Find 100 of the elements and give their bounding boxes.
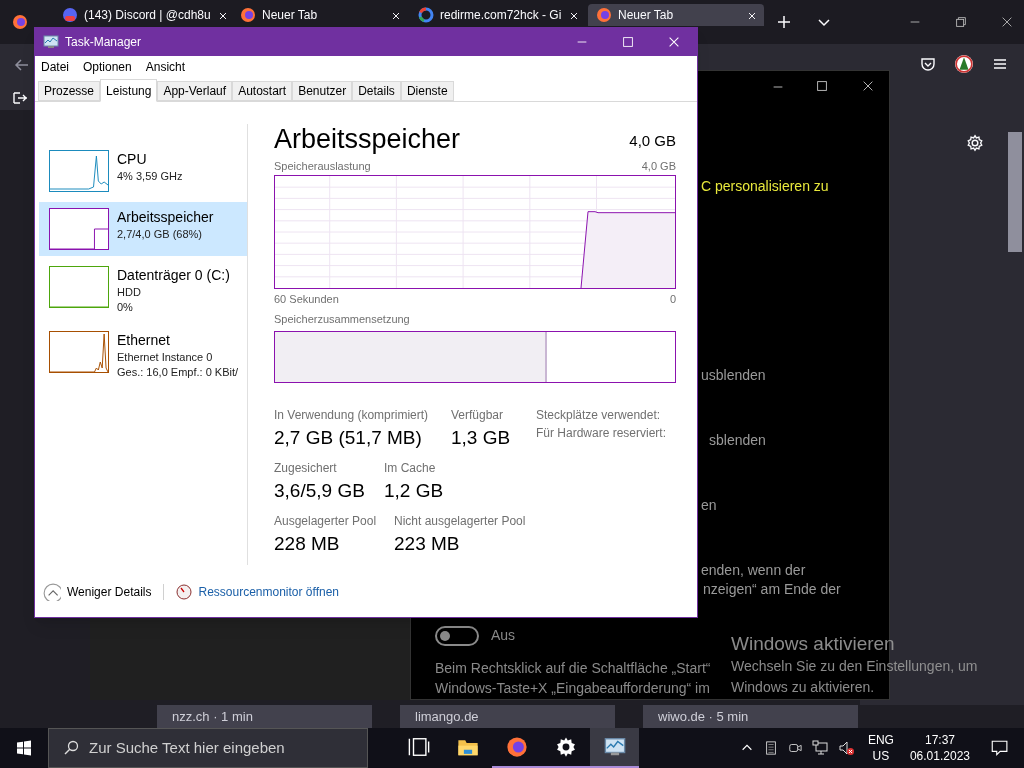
new-tab-icon[interactable] xyxy=(776,14,792,30)
tab[interactable]: Leistung xyxy=(100,79,158,102)
activation-text: Wechseln Sie zu den Einstellungen, um xyxy=(731,657,978,676)
activation-text: Windows zu aktivieren. xyxy=(731,678,876,697)
stat-label: Verfügbar xyxy=(451,406,505,423)
close-icon[interactable] xyxy=(1000,15,1014,29)
menu-item[interactable]: Ansicht xyxy=(145,58,186,76)
muted-speaker-icon[interactable] xyxy=(837,740,854,756)
search-input[interactable]: Zur Suche Text hier eingeben xyxy=(89,736,349,760)
clock-time: 17:37 xyxy=(924,732,955,748)
browser-tab[interactable]: Neuer Tab xyxy=(588,4,764,26)
tile-title: nzz.ch · 1 min xyxy=(172,707,253,726)
activation-title: Windows aktivieren xyxy=(731,632,896,656)
setting-text: enden, wenn der xyxy=(701,561,806,580)
firefox-icon xyxy=(505,736,528,758)
tab[interactable]: App-Verlauf xyxy=(157,81,233,101)
resource-detail: Ethernet Instance 0 xyxy=(117,350,214,365)
site-tile[interactable]: wiwo.de · 5 min xyxy=(643,705,858,728)
window-title: Task-Manager xyxy=(65,34,143,51)
less-details-link[interactable]: Weniger Details xyxy=(67,583,152,601)
device-icon[interactable] xyxy=(763,741,778,755)
resource-detail: HDD xyxy=(117,285,142,300)
menu-item[interactable]: Datei xyxy=(41,58,69,76)
resource-detail: 4% 3,59 GHz xyxy=(117,169,183,184)
description-text: Beim Rechtsklick auf die Schaltfläche „Start“ xyxy=(435,659,711,677)
gauge-icon xyxy=(176,584,193,600)
region-code: US xyxy=(872,748,890,764)
clock[interactable]: 17:37 06.01.2023 xyxy=(909,732,970,764)
stat-label: Nicht ausgelagerter Pool xyxy=(394,512,527,529)
chat-app-icon xyxy=(62,7,78,23)
resource-detail: 0% xyxy=(117,300,134,315)
setting-text: nzeigen“ am Ende der xyxy=(703,580,841,599)
windows-start-icon[interactable] xyxy=(16,740,32,756)
settings-icon[interactable] xyxy=(966,134,984,152)
language-indicator[interactable]: ENG US xyxy=(867,732,894,764)
stat-value: 1,3 GB xyxy=(451,425,512,450)
google-icon xyxy=(418,7,434,23)
section-title: Arbeitsspeicher xyxy=(274,123,461,156)
resource-name: CPU xyxy=(117,150,148,169)
maximize-icon[interactable] xyxy=(621,35,635,49)
graph-label: Speicherauslastung xyxy=(274,159,371,174)
search-field[interactable]: Zur Suche Text hier eingeben xyxy=(48,728,368,768)
resource-item[interactable]: Ethernet Ethernet Instance 0 Ges.: 16,0 Empf.: 0 KBit/ xyxy=(39,325,247,386)
browser-tab[interactable]: (143) Discord | @cdh8u xyxy=(54,4,230,26)
graph-label: Speicherzusammensetzung xyxy=(274,312,411,327)
maximize-icon[interactable] xyxy=(815,79,829,93)
close-icon[interactable] xyxy=(568,10,580,22)
resource-name: Arbeitsspeicher xyxy=(117,208,214,227)
close-icon[interactable] xyxy=(667,35,681,49)
setting-text: en xyxy=(701,496,717,515)
close-icon[interactable] xyxy=(746,10,758,22)
sign-in-icon[interactable] xyxy=(12,90,28,106)
profile-icon[interactable] xyxy=(955,55,973,73)
menu-icon[interactable] xyxy=(992,56,1008,72)
stat-value: 1,2 GB xyxy=(384,478,445,503)
description-text: Windows-Taste+X „Eingabeaufforderung“ im xyxy=(435,679,711,697)
tab-title: (143) Discord | @cdh8u xyxy=(84,7,211,23)
resource-name: Ethernet xyxy=(117,331,171,350)
tab[interactable]: Benutzer xyxy=(292,81,353,101)
back-icon[interactable] xyxy=(14,57,30,73)
notification-icon[interactable] xyxy=(990,739,1008,757)
restore-icon[interactable] xyxy=(954,15,968,29)
network-icon[interactable] xyxy=(811,740,828,756)
taskbar-button[interactable] xyxy=(590,728,639,768)
site-tile[interactable]: nzz.ch · 1 min xyxy=(157,705,372,728)
pocket-icon[interactable] xyxy=(920,56,936,72)
clock-date: 06.01.2023 xyxy=(909,748,970,764)
search-icon xyxy=(63,740,79,756)
resource-item[interactable]: Datenträger 0 (C:) HDD 0% xyxy=(39,260,247,321)
close-icon[interactable] xyxy=(390,10,402,22)
resource-item[interactable]: CPU 4% 3,59 GHz xyxy=(39,144,247,198)
resource-name: Datenträger 0 (C:) xyxy=(117,266,230,285)
resource-detail: Ges.: 16,0 Empf.: 0 KBit/ xyxy=(117,365,239,380)
tile-title: wiwo.de · 5 min xyxy=(658,707,749,726)
stat-label: Ausgelagerter Pool xyxy=(274,512,378,529)
resource-monitor-link[interactable]: Ressourcenmonitor öffnen xyxy=(198,583,339,601)
firefox-icon xyxy=(240,7,256,23)
close-icon[interactable] xyxy=(861,79,875,93)
firefox-icon[interactable] xyxy=(12,14,28,30)
stat-label: Für Hardware reserviert: xyxy=(536,424,667,441)
stat-value: 228 MB xyxy=(274,531,341,556)
setting-text: usblenden xyxy=(701,366,766,385)
monitor-icon xyxy=(603,736,626,758)
resource-item[interactable]: Arbeitsspeicher 2,7/4,0 GB (68%) xyxy=(39,202,247,256)
gear-icon xyxy=(554,736,577,758)
site-tile[interactable]: limango.de xyxy=(400,705,615,728)
stat-label: Zugesichert xyxy=(274,459,338,476)
browser-tab[interactable]: redirme.com72hck - Gi xyxy=(410,4,586,26)
toggle-switch[interactable] xyxy=(435,625,479,646)
tab[interactable]: Details xyxy=(352,81,401,101)
stat-label: Steckplätze verwendet: xyxy=(536,406,662,423)
browser-tab[interactable]: Neuer Tab xyxy=(232,4,408,26)
tab[interactable]: Autostart xyxy=(232,81,293,101)
graph-label: 4,0 GB xyxy=(641,159,676,174)
tab[interactable]: Dienste xyxy=(400,81,454,101)
tab[interactable]: Prozesse xyxy=(38,81,101,101)
scrollbar-thumb[interactable] xyxy=(1008,132,1022,252)
menu-item[interactable]: Optionen xyxy=(83,58,132,76)
camera-icon[interactable] xyxy=(787,741,802,755)
setting-text: sblenden xyxy=(709,431,766,450)
